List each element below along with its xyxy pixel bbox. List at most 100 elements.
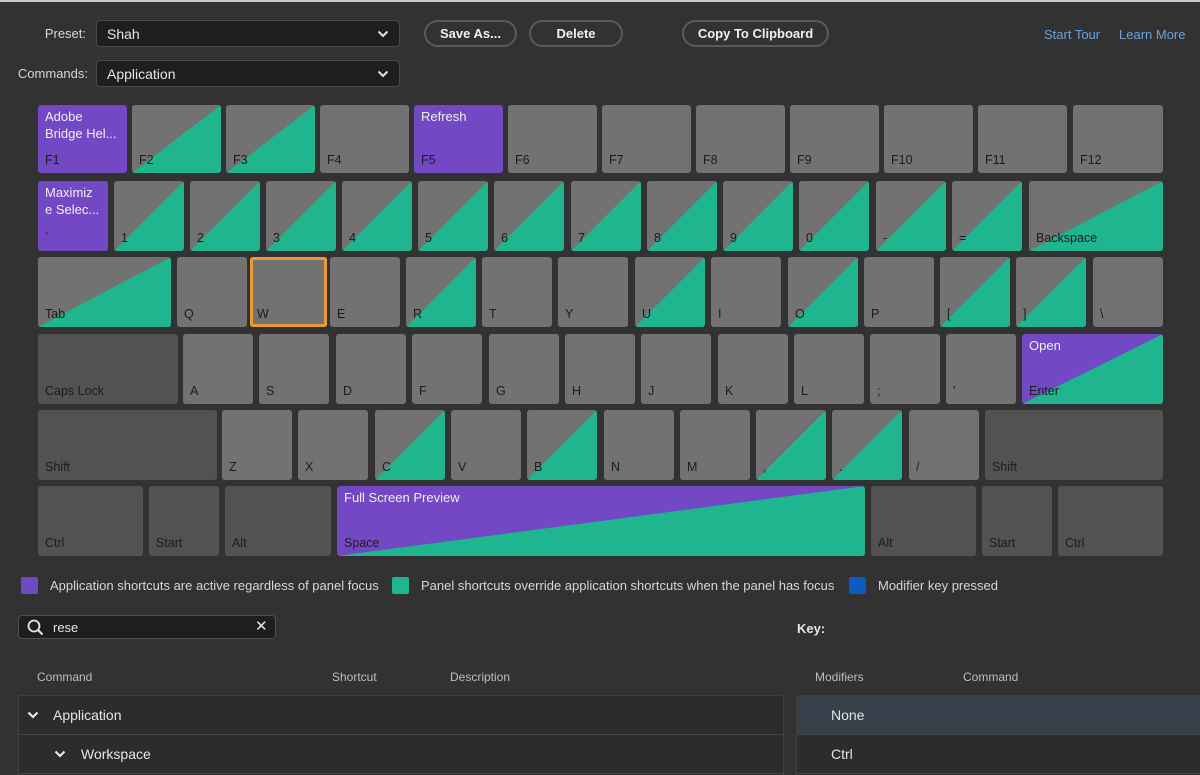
key-w[interactable]: W xyxy=(250,257,327,327)
key-5[interactable]: 5 xyxy=(418,181,488,251)
column-header-command[interactable]: Command xyxy=(37,670,92,684)
key-label: Shift xyxy=(992,460,1018,474)
key-ctrl[interactable]: Ctrl xyxy=(38,486,143,556)
modifier-row-none[interactable]: None xyxy=(797,696,1200,735)
key-f8[interactable]: F8 xyxy=(696,105,785,173)
key-backslash[interactable]: \ xyxy=(1093,257,1163,327)
key-shift[interactable]: Shift xyxy=(38,410,217,480)
legend-application: Application shortcuts are active regardl… xyxy=(21,577,379,594)
table-row-application[interactable]: Application xyxy=(19,696,783,735)
clear-search-icon[interactable]: ✕ xyxy=(255,619,268,634)
key-rbracket[interactable]: ] xyxy=(1016,257,1086,327)
key-enter[interactable]: Open Enter xyxy=(1022,334,1163,404)
key-6[interactable]: 6 xyxy=(494,181,564,251)
key-equals[interactable]: = xyxy=(952,181,1022,251)
key-slash[interactable]: / xyxy=(909,410,979,480)
key-q[interactable]: Q xyxy=(177,257,247,327)
key-f9[interactable]: F9 xyxy=(790,105,879,173)
chevron-down-icon[interactable] xyxy=(54,748,66,760)
key-s[interactable]: S xyxy=(259,334,329,404)
key-8[interactable]: 8 xyxy=(647,181,717,251)
key-label: 0 xyxy=(806,231,813,245)
column-header-description[interactable]: Description xyxy=(450,670,510,684)
chevron-down-icon[interactable] xyxy=(27,709,39,721)
key-period[interactable]: . xyxy=(832,410,902,480)
key-f10[interactable]: F10 xyxy=(884,105,973,173)
key-f4[interactable]: F4 xyxy=(320,105,409,173)
key-start[interactable]: Start xyxy=(149,486,219,556)
key-lbracket[interactable]: [ xyxy=(940,257,1010,327)
column-header-shortcut[interactable]: Shortcut xyxy=(332,670,377,684)
key-v[interactable]: V xyxy=(451,410,521,480)
modifier-row-ctrl[interactable]: Ctrl xyxy=(797,735,1200,774)
key-label: ` xyxy=(45,231,50,245)
key-e[interactable]: E xyxy=(330,257,400,327)
key-f6[interactable]: F6 xyxy=(508,105,597,173)
key-f7[interactable]: F7 xyxy=(602,105,691,173)
key-g[interactable]: G xyxy=(489,334,559,404)
key-x[interactable]: X xyxy=(298,410,368,480)
key-backtick[interactable]: Maximiz e Selec... ` xyxy=(38,181,108,251)
key-backspace[interactable]: Backspace xyxy=(1029,181,1163,251)
panel-shortcut-indicator xyxy=(1016,257,1086,327)
key-alt[interactable]: Alt xyxy=(225,486,331,556)
key-b[interactable]: B xyxy=(527,410,597,480)
key-f12[interactable]: F12 xyxy=(1073,105,1163,173)
key-label: Ctrl xyxy=(45,536,65,550)
key-label: Start xyxy=(156,536,183,550)
modifier-label: None xyxy=(831,707,865,723)
key-label: F11 xyxy=(985,153,1006,167)
key-h[interactable]: H xyxy=(565,334,635,404)
key-shift[interactable]: Shift xyxy=(985,410,1163,480)
key-c[interactable]: C xyxy=(375,410,445,480)
search-icon xyxy=(27,619,44,636)
key-caps-lock[interactable]: Caps Lock xyxy=(38,334,178,404)
key-7[interactable]: 7 xyxy=(571,181,641,251)
key-2[interactable]: 2 xyxy=(190,181,260,251)
key-ctrl[interactable]: Ctrl xyxy=(1058,486,1163,556)
row-label: Application xyxy=(53,707,122,723)
key-9[interactable]: 9 xyxy=(723,181,793,251)
key-o[interactable]: O xyxy=(788,257,858,327)
table-row-workspace[interactable]: Workspace xyxy=(19,735,783,774)
key-comma[interactable]: , xyxy=(756,410,826,480)
key-d[interactable]: D xyxy=(336,334,406,404)
commands-table: Application Workspace xyxy=(18,695,784,775)
key-u[interactable]: U xyxy=(635,257,705,327)
key-0[interactable]: 0 xyxy=(799,181,869,251)
search-input[interactable] xyxy=(53,618,243,636)
key-tab[interactable]: Tab xyxy=(38,257,171,327)
key-label: O xyxy=(795,307,805,321)
search-field[interactable]: ✕ xyxy=(18,615,276,639)
key-space[interactable]: Full Screen Preview Space xyxy=(337,486,865,556)
key-3[interactable]: 3 xyxy=(266,181,336,251)
key-l[interactable]: L xyxy=(794,334,864,404)
key-1[interactable]: 1 xyxy=(114,181,184,251)
key-k[interactable]: K xyxy=(718,334,788,404)
key-f[interactable]: F xyxy=(412,334,482,404)
key-4[interactable]: 4 xyxy=(342,181,412,251)
key-label: J xyxy=(648,384,655,398)
key-f1[interactable]: Adobe Bridge Hel... F1 xyxy=(38,105,127,173)
key-a[interactable]: A xyxy=(183,334,253,404)
key-p[interactable]: P xyxy=(864,257,934,327)
key-label: , xyxy=(763,460,767,474)
key-m[interactable]: M xyxy=(680,410,750,480)
key-t[interactable]: T xyxy=(482,257,552,327)
key-semicolon[interactable]: ; xyxy=(870,334,940,404)
key-panel-title: Key: xyxy=(797,621,826,636)
key-f2[interactable]: F2 xyxy=(132,105,221,173)
key-minus[interactable]: - xyxy=(876,181,946,251)
key-start[interactable]: Start xyxy=(982,486,1052,556)
key-f11[interactable]: F11 xyxy=(978,105,1067,173)
key-z[interactable]: Z xyxy=(222,410,292,480)
key-f3[interactable]: F3 xyxy=(226,105,315,173)
key-alt[interactable]: Alt xyxy=(871,486,976,556)
key-r[interactable]: R xyxy=(406,257,476,327)
key-quote[interactable]: ' xyxy=(946,334,1016,404)
key-j[interactable]: J xyxy=(641,334,711,404)
key-i[interactable]: I xyxy=(711,257,781,327)
key-y[interactable]: Y xyxy=(558,257,628,327)
key-f5[interactable]: Refresh F5 xyxy=(414,105,503,173)
key-n[interactable]: N xyxy=(604,410,674,480)
